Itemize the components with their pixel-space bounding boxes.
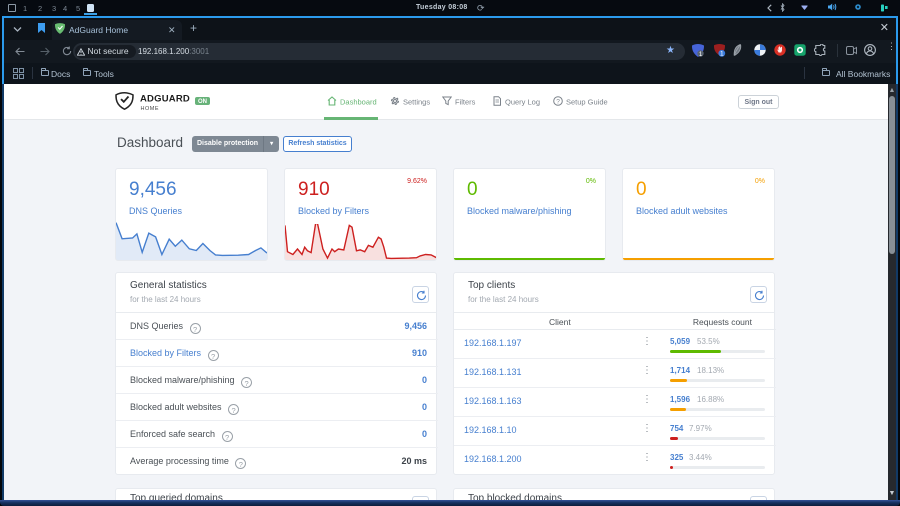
svg-text:1: 1 (720, 51, 724, 57)
